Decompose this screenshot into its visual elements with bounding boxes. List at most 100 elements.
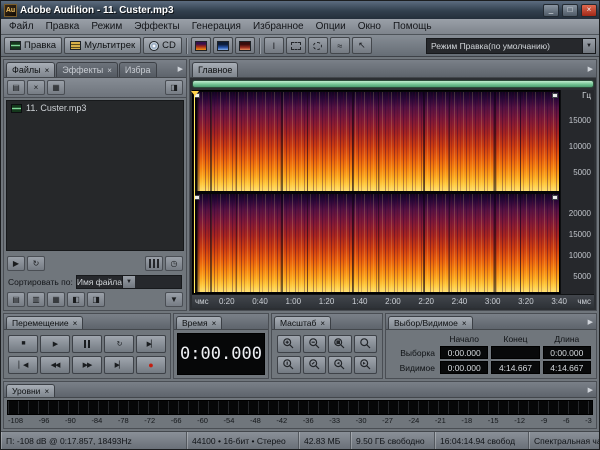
insert-multitrack-button[interactable]: ▦ bbox=[47, 80, 65, 95]
selection-start-value[interactable]: 0:00.000 bbox=[440, 346, 488, 359]
menu-item[interactable]: Правка bbox=[40, 20, 86, 33]
workspace-mode-dropdown[interactable]: Режим Правка(по умолчанию) ▼ bbox=[426, 38, 596, 54]
tab-close-icon[interactable]: × bbox=[44, 387, 49, 396]
dropdown-arrow-icon[interactable]: ▼ bbox=[122, 276, 135, 288]
file-list-item[interactable]: 11. Custer.mp3 bbox=[7, 101, 183, 115]
menu-item[interactable]: Режим bbox=[85, 20, 128, 33]
zoom-out-button[interactable] bbox=[303, 335, 327, 353]
transport-tab[interactable]: Перемещение × bbox=[6, 316, 83, 329]
horizontal-scrollbar[interactable] bbox=[192, 80, 594, 88]
time-ruler[interactable]: чмс 0:200:401:001:201:402:002:202:403:00… bbox=[192, 294, 594, 308]
view-start-value[interactable]: 0:00.000 bbox=[440, 361, 488, 374]
tab-close-icon[interactable]: × bbox=[212, 319, 217, 328]
tab-close-icon[interactable]: × bbox=[107, 66, 112, 75]
spectral-view-button[interactable] bbox=[191, 37, 211, 54]
fast-forward-button[interactable]: ▶▶ bbox=[72, 356, 102, 374]
phase-view-button[interactable] bbox=[213, 37, 233, 54]
spectrogram[interactable] bbox=[192, 90, 560, 294]
tab-close-icon[interactable]: × bbox=[45, 66, 50, 75]
rewind-button[interactable]: ◀◀ bbox=[40, 356, 70, 374]
lasso-tool-button[interactable] bbox=[308, 37, 328, 54]
panel-menu-icon[interactable]: ▶ bbox=[178, 65, 183, 73]
time-selection-tool-button[interactable]: I bbox=[264, 37, 284, 54]
arrow-tool-button[interactable]: ↖ bbox=[352, 37, 372, 54]
marquee-tool-button[interactable] bbox=[286, 37, 306, 54]
stop-button[interactable]: ■ bbox=[8, 335, 38, 353]
full-path-toggle[interactable]: ◨ bbox=[87, 292, 105, 307]
tab-effects[interactable]: Эффекты × bbox=[56, 62, 118, 77]
db-tick-label: -90 bbox=[65, 416, 76, 426]
preview-play-button[interactable]: ▶ bbox=[7, 256, 25, 271]
pan-view-button[interactable] bbox=[235, 37, 255, 54]
frequency-ruler[interactable]: Гц 15000100005000 2000015000100005000 bbox=[560, 90, 594, 294]
selection-end-value[interactable] bbox=[491, 346, 539, 359]
menu-item[interactable]: Окно bbox=[352, 20, 387, 33]
go-to-end-button[interactable]: ▶▏ bbox=[104, 356, 134, 374]
list-options-button[interactable]: ▼ bbox=[165, 292, 183, 307]
view-end-value[interactable]: 4:14.667 bbox=[491, 361, 539, 374]
tab-close-icon[interactable]: × bbox=[462, 319, 467, 328]
show-video-toggle[interactable]: ▦ bbox=[47, 292, 65, 307]
playhead-line[interactable] bbox=[194, 91, 195, 293]
tab-close-icon[interactable]: × bbox=[73, 319, 78, 328]
menu-item[interactable]: Опции bbox=[310, 20, 352, 33]
menu-item[interactable]: Файл bbox=[3, 20, 40, 33]
tab-main[interactable]: Главное bbox=[192, 62, 238, 77]
panel-menu-icon[interactable]: ▶ bbox=[588, 65, 593, 73]
show-midi-toggle[interactable]: ◧ bbox=[67, 292, 85, 307]
volume-button[interactable] bbox=[145, 256, 163, 271]
zoom-tab[interactable]: Масштаб × bbox=[274, 316, 331, 329]
preview-loop-button[interactable]: ↻ bbox=[27, 256, 45, 271]
view-length-value[interactable]: 4:14.667 bbox=[543, 361, 591, 374]
files-options-icon: ◨ bbox=[170, 83, 178, 92]
menu-item[interactable]: Генерация bbox=[186, 20, 247, 33]
minimize-button[interactable]: _ bbox=[543, 4, 559, 17]
selection-handle[interactable] bbox=[552, 195, 558, 200]
playhead-caret[interactable] bbox=[191, 91, 199, 96]
panel-menu-icon[interactable]: ▶ bbox=[588, 318, 593, 326]
sort-dropdown[interactable]: Имя файла ▼ bbox=[76, 275, 182, 289]
time-tab[interactable]: Время × bbox=[176, 316, 222, 329]
level-meter[interactable] bbox=[7, 400, 593, 415]
import-file-button[interactable]: ▤ bbox=[7, 80, 25, 95]
pause-button[interactable] bbox=[72, 335, 102, 353]
tab-files[interactable]: Файлы × bbox=[6, 62, 55, 77]
menu-item[interactable]: Помощь bbox=[387, 20, 438, 33]
close-file-button[interactable]: × bbox=[27, 80, 45, 95]
show-audio-toggle[interactable]: ▤ bbox=[7, 292, 25, 307]
selection-handle[interactable] bbox=[552, 93, 558, 98]
zoom-in-vertical-button[interactable] bbox=[277, 356, 301, 374]
zoom-left-button[interactable] bbox=[328, 356, 352, 374]
zoom-right-button[interactable] bbox=[354, 356, 378, 374]
time-display[interactable]: 0:00.000 bbox=[177, 333, 265, 375]
maximize-button[interactable]: □ bbox=[562, 4, 578, 17]
files-options-button[interactable]: ◨ bbox=[165, 80, 183, 95]
record-button[interactable]: ● bbox=[136, 356, 166, 374]
show-loop-toggle[interactable]: ▥ bbox=[27, 292, 45, 307]
selection-tab[interactable]: Выбор/Видимое × bbox=[388, 316, 473, 329]
sort-row: Сортировать по: Имя файла ▼ bbox=[4, 273, 186, 291]
clock-button[interactable]: ◷ bbox=[165, 256, 183, 271]
multitrack-view-button[interactable]: Мультитрек bbox=[64, 37, 141, 54]
cd-view-button[interactable]: CD bbox=[143, 37, 182, 54]
close-button[interactable]: × bbox=[581, 4, 597, 17]
dropdown-arrow-icon[interactable]: ▼ bbox=[582, 39, 595, 53]
menu-item[interactable]: Избранное bbox=[247, 20, 310, 33]
tab-close-icon[interactable]: × bbox=[320, 319, 325, 328]
scrub-tool-button[interactable]: ≈ bbox=[330, 37, 350, 54]
play-button[interactable]: ▶ bbox=[40, 335, 70, 353]
panel-menu-icon[interactable]: ▶ bbox=[588, 386, 593, 394]
zoom-to-selection-button[interactable] bbox=[328, 335, 352, 353]
zoom-in-button[interactable] bbox=[277, 335, 301, 353]
levels-tab[interactable]: Уровни × bbox=[6, 384, 55, 397]
play-to-end-button[interactable]: ▶▏ bbox=[136, 335, 166, 353]
go-to-start-button[interactable]: ▏◀ bbox=[8, 356, 38, 374]
selection-length-value[interactable]: 0:00.000 bbox=[543, 346, 591, 359]
menu-item[interactable]: Эффекты bbox=[128, 20, 185, 33]
tab-favorites[interactable]: Избра bbox=[119, 62, 157, 77]
zoom-full-button[interactable] bbox=[354, 335, 378, 353]
status-display-mode[interactable]: Спектральная час bbox=[529, 432, 599, 449]
play-loop-button[interactable]: ↻ bbox=[104, 335, 134, 353]
zoom-out-vertical-button[interactable] bbox=[303, 356, 327, 374]
edit-view-button[interactable]: Правка bbox=[4, 37, 62, 54]
